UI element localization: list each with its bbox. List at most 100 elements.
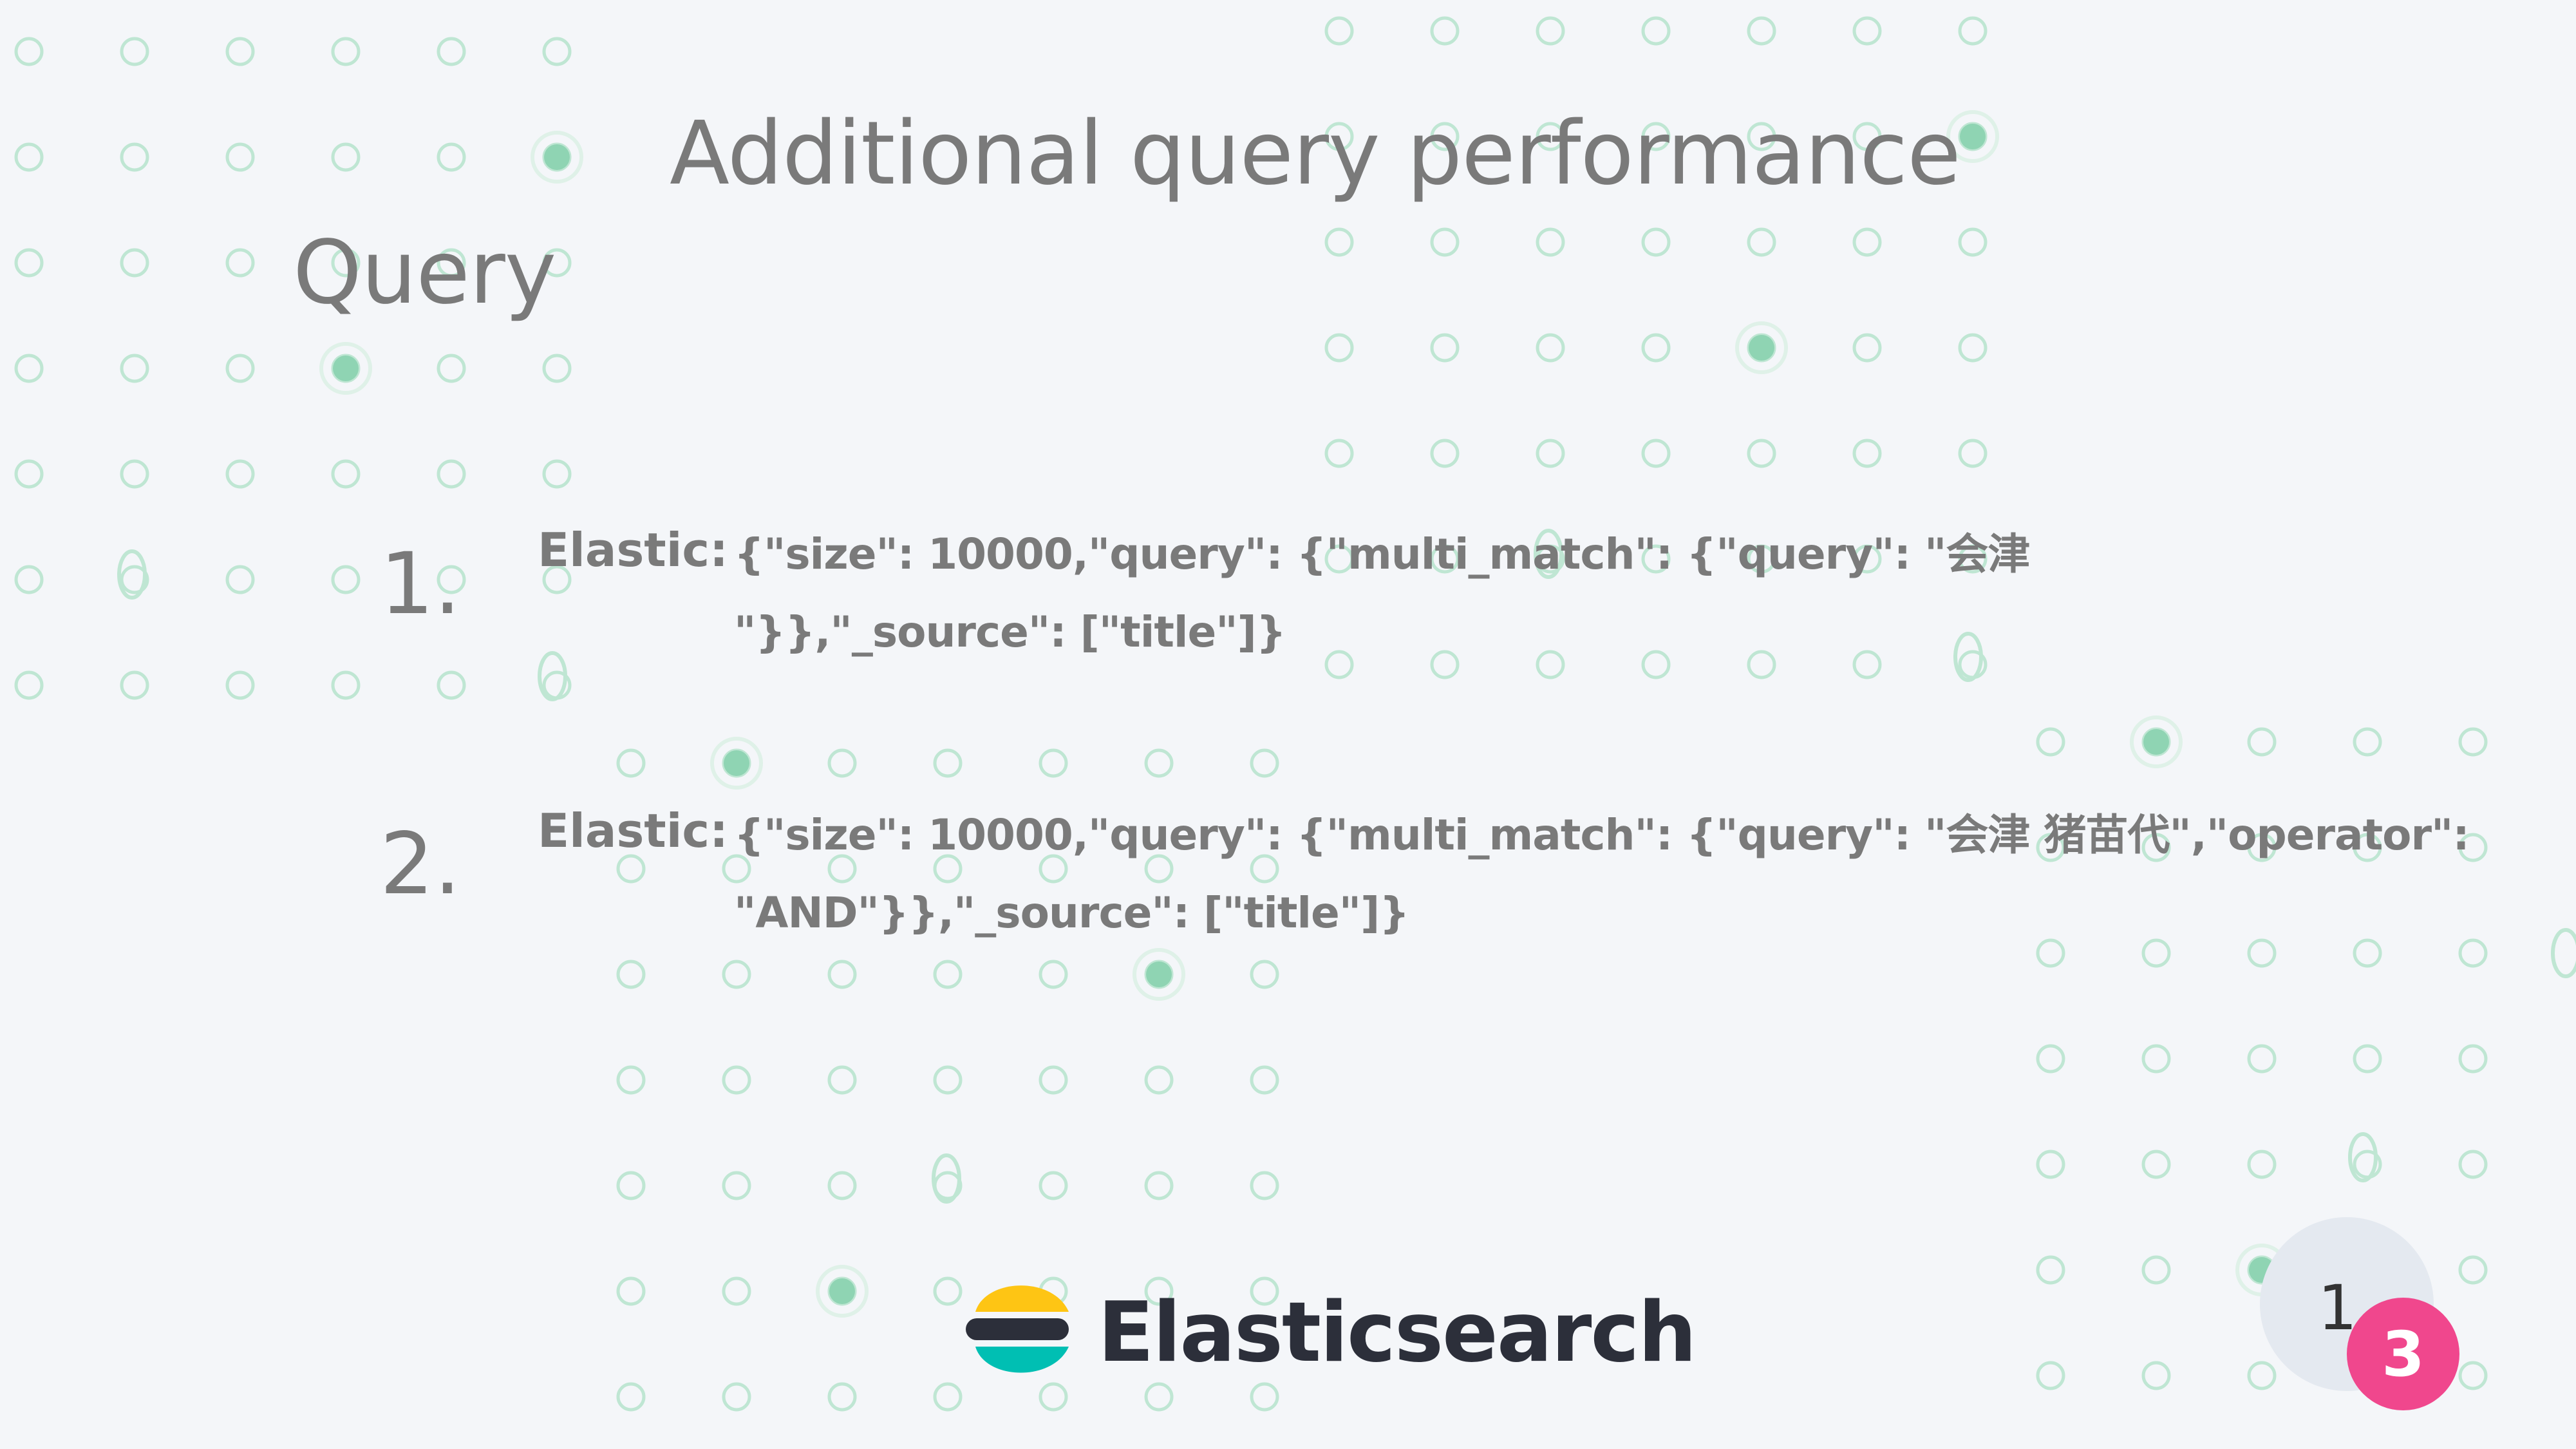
decorative-dot [120, 459, 149, 489]
decorative-dot [1536, 439, 1565, 468]
decorative-dot [1250, 960, 1279, 989]
elasticsearch-logo-icon [966, 1285, 1069, 1373]
decorative-dot [225, 354, 255, 383]
code-line: "AND"}},"_source": ["title"]} [734, 888, 1409, 938]
decorative-dot [1250, 1065, 1279, 1095]
decorative-dot [1641, 16, 1671, 46]
decorative-dot [1430, 439, 1460, 468]
decorative-dot [1324, 333, 1354, 363]
decorative-dot [1039, 1382, 1068, 1412]
decorative-dot [827, 1065, 857, 1095]
decorative-leaf [538, 651, 567, 701]
decorative-dot [722, 1382, 751, 1412]
decorative-dot [437, 670, 466, 700]
decorative-dot [2036, 1255, 2065, 1285]
decorative-dot [542, 459, 572, 489]
decorative-dot [331, 37, 361, 66]
decorative-dot [1536, 227, 1565, 257]
decorative-dot-filled [724, 750, 749, 776]
decorative-dot [225, 459, 255, 489]
decorative-dot [14, 670, 44, 700]
decorative-dot [120, 37, 149, 66]
decorative-dot [1324, 439, 1354, 468]
decorative-dot [1852, 227, 1882, 257]
decorative-dot [1144, 1065, 1174, 1095]
decorative-dot [616, 748, 646, 778]
decorative-dot [2141, 1255, 2171, 1285]
decorative-dot [933, 1382, 963, 1412]
decorative-dot [14, 354, 44, 383]
code-line: {"size": 10000,"query": {"multi_match": … [734, 529, 2030, 579]
page-number-badge: 3 [2347, 1298, 2459, 1410]
decorative-dot-filled [1146, 961, 1172, 987]
decorative-dot [14, 37, 44, 66]
decorative-dot-filled [1960, 124, 1986, 149]
query-code-block: {"size": 10000,"query": {"multi_match": … [734, 796, 2470, 952]
decorative-dot [1430, 333, 1460, 363]
decorative-dot [933, 1276, 963, 1306]
decorative-dot [616, 1065, 646, 1095]
decorative-dot [1250, 748, 1279, 778]
item-label: Elastic: [538, 523, 728, 577]
decorative-dot [2036, 1150, 2065, 1179]
decorative-dot [14, 142, 44, 172]
decorative-dot [2247, 727, 2277, 757]
decorative-dot [14, 565, 44, 594]
decorative-dot [542, 354, 572, 383]
decorative-dot [827, 1171, 857, 1200]
decorative-dot [722, 1171, 751, 1200]
decorative-dot [1641, 439, 1671, 468]
decorative-dot [225, 670, 255, 700]
decorative-dot [933, 748, 963, 778]
decorative-dot [120, 354, 149, 383]
decorative-dot [2141, 1044, 2171, 1074]
decorative-dot [616, 960, 646, 989]
decorative-dot [722, 960, 751, 989]
decorative-dot [827, 748, 857, 778]
decorative-dot [437, 142, 466, 172]
decorative-dot [2458, 1150, 2488, 1179]
decorative-dot [1747, 227, 1776, 257]
decorative-dot [1747, 439, 1776, 468]
list-number: 2. [380, 815, 461, 914]
decorative-dot [1039, 1171, 1068, 1200]
decorative-dot [331, 459, 361, 489]
decorative-dot [1958, 227, 1988, 257]
decorative-dot [2036, 727, 2065, 757]
decorative-dot [1430, 16, 1460, 46]
decorative-dot [1536, 333, 1565, 363]
decorative-dot [225, 565, 255, 594]
decorative-dot-filled [829, 1278, 855, 1304]
decorative-dot [437, 459, 466, 489]
decorative-dot [331, 670, 361, 700]
decorative-dot [14, 459, 44, 489]
list-number: 1. [380, 535, 461, 634]
decorative-dot [120, 670, 149, 700]
item-label: Elastic: [538, 804, 728, 858]
decorative-dot [1250, 1171, 1279, 1200]
decorative-dot [225, 37, 255, 66]
decorative-dot-pattern [14, 16, 2576, 1412]
decorative-dot [616, 1382, 646, 1412]
decorative-dot [1536, 16, 1565, 46]
decorative-dot [437, 354, 466, 383]
decorative-leaf [2348, 1132, 2378, 1182]
decorative-dot [120, 248, 149, 278]
decorative-dot [2458, 1044, 2488, 1074]
decorative-dot [616, 1171, 646, 1200]
decorative-dot [1852, 333, 1882, 363]
decorative-dot [1958, 439, 1988, 468]
decorative-dot-filled [333, 355, 359, 381]
decorative-dot [225, 248, 255, 278]
decorative-dot [2353, 727, 2382, 757]
decorative-dot [331, 142, 361, 172]
decorative-dot [1852, 439, 1882, 468]
decorative-dot [1039, 748, 1068, 778]
decorative-dot [1250, 1382, 1279, 1412]
decorative-dot-filled [2143, 729, 2169, 755]
decorative-dot [616, 854, 646, 884]
decorative-dot-filled [544, 144, 570, 170]
decorative-dot [2247, 1361, 2277, 1390]
decorative-dot [1958, 16, 1988, 46]
slide-title-line-2: Query [293, 222, 556, 324]
